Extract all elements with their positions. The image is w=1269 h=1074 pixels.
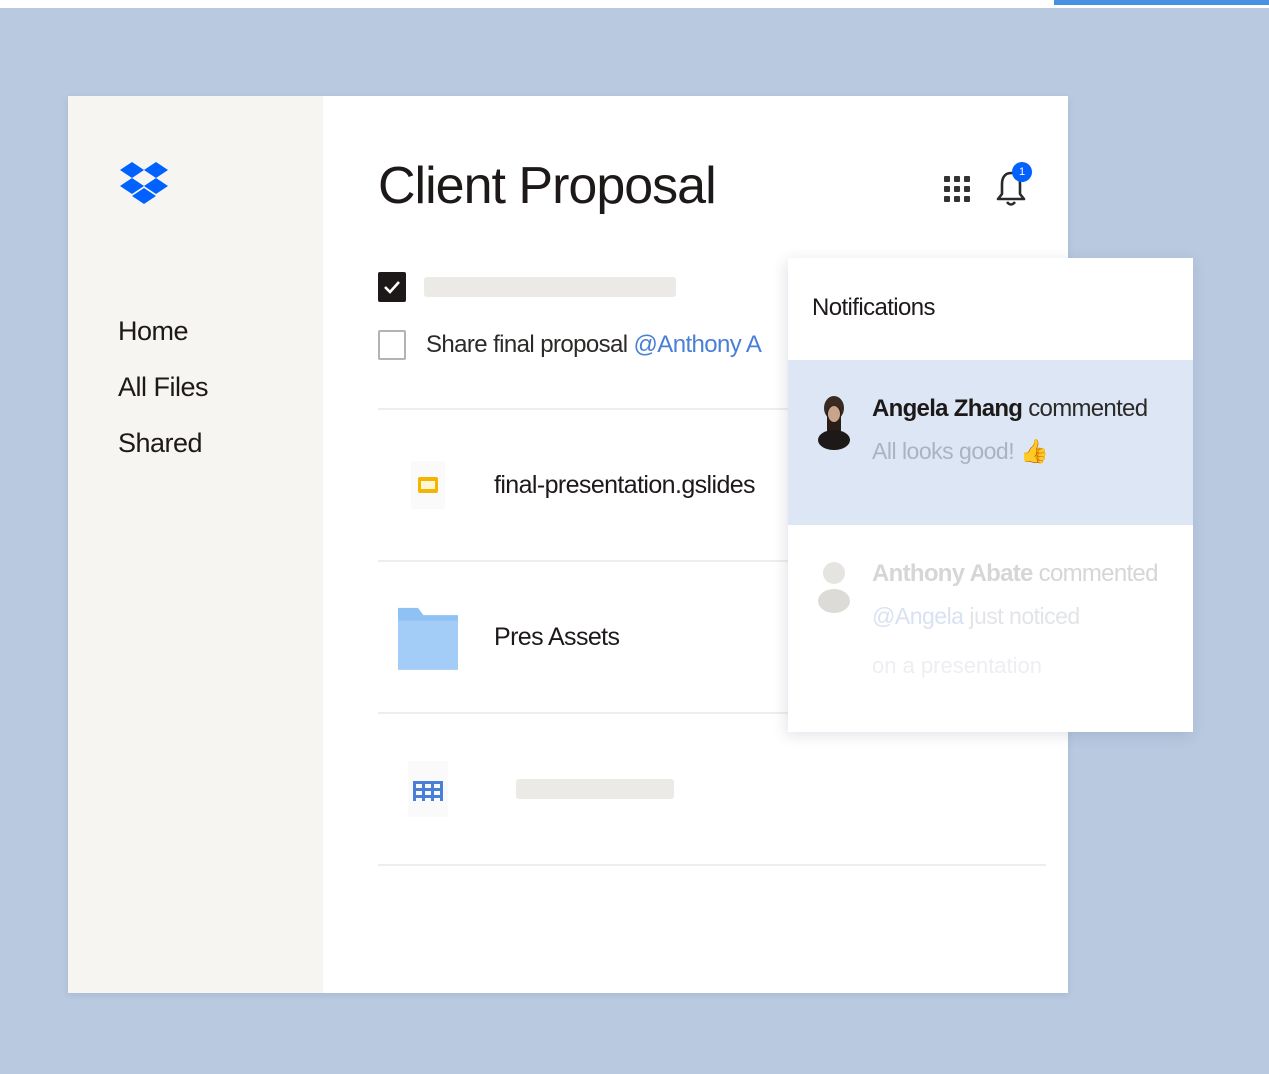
notification-message-text: just noticed xyxy=(963,603,1080,629)
task-mention[interactable]: @Anthony A xyxy=(634,331,762,358)
nav-home[interactable]: Home xyxy=(118,303,323,359)
notification-extra: on a presentation xyxy=(872,653,1043,678)
top-accent-bar xyxy=(1054,0,1269,5)
header-icons: 1 xyxy=(944,162,1034,210)
file-name: final-presentation.gslides xyxy=(494,470,756,499)
notification-item[interactable]: Angela Zhang commented All looks good! 👍 xyxy=(788,360,1193,525)
notification-body: Anthony Abate commented @Angela just not… xyxy=(872,557,1158,690)
notification-author: Angela Zhang xyxy=(872,395,1023,422)
nav-all-files[interactable]: All Files xyxy=(118,359,323,415)
file-name-placeholder xyxy=(516,779,674,799)
notification-action: commented xyxy=(1032,560,1159,587)
notification-mention[interactable]: @Angela xyxy=(872,603,964,629)
notification-body: Angela Zhang commented All looks good! 👍 xyxy=(872,392,1148,525)
task-checkbox-checked[interactable] xyxy=(378,272,406,302)
task-checkbox-unchecked[interactable] xyxy=(378,330,406,360)
sidebar: Home All Files Shared xyxy=(68,96,323,993)
dropbox-logo-icon[interactable] xyxy=(118,158,170,210)
notification-item[interactable]: Anthony Abate commented @Angela just not… xyxy=(788,525,1193,690)
notification-title: Angela Zhang commented xyxy=(872,392,1148,426)
notification-title: Anthony Abate commented xyxy=(872,557,1158,591)
task-label: Share final proposal xyxy=(426,331,634,358)
notification-message: All looks good! 👍 xyxy=(872,438,1049,464)
avatar xyxy=(818,396,850,450)
file-row[interactable] xyxy=(378,714,1046,866)
sidebar-nav: Home All Files Shared xyxy=(118,303,323,471)
app-grid-icon[interactable] xyxy=(944,174,972,204)
checkmark-icon xyxy=(384,281,400,294)
notification-message: @Angela just noticed xyxy=(872,591,1158,641)
avatar xyxy=(818,562,850,613)
folder-icon xyxy=(398,587,458,687)
task-text: Share final proposal @Anthony A xyxy=(426,331,762,359)
slides-icon xyxy=(398,435,458,535)
task-text-placeholder xyxy=(424,277,676,297)
folder-name: Pres Assets xyxy=(494,622,620,651)
notification-author: Anthony Abate xyxy=(872,560,1033,587)
notification-action: commented xyxy=(1022,395,1148,422)
notifications-button[interactable]: 1 xyxy=(994,162,1034,210)
sheet-icon xyxy=(398,739,458,839)
notifications-panel: Notifications Angela Zhang commented All… xyxy=(788,258,1193,732)
nav-shared[interactable]: Shared xyxy=(118,415,323,471)
notifications-header: Notifications xyxy=(812,294,936,321)
notification-badge: 1 xyxy=(1012,162,1032,182)
